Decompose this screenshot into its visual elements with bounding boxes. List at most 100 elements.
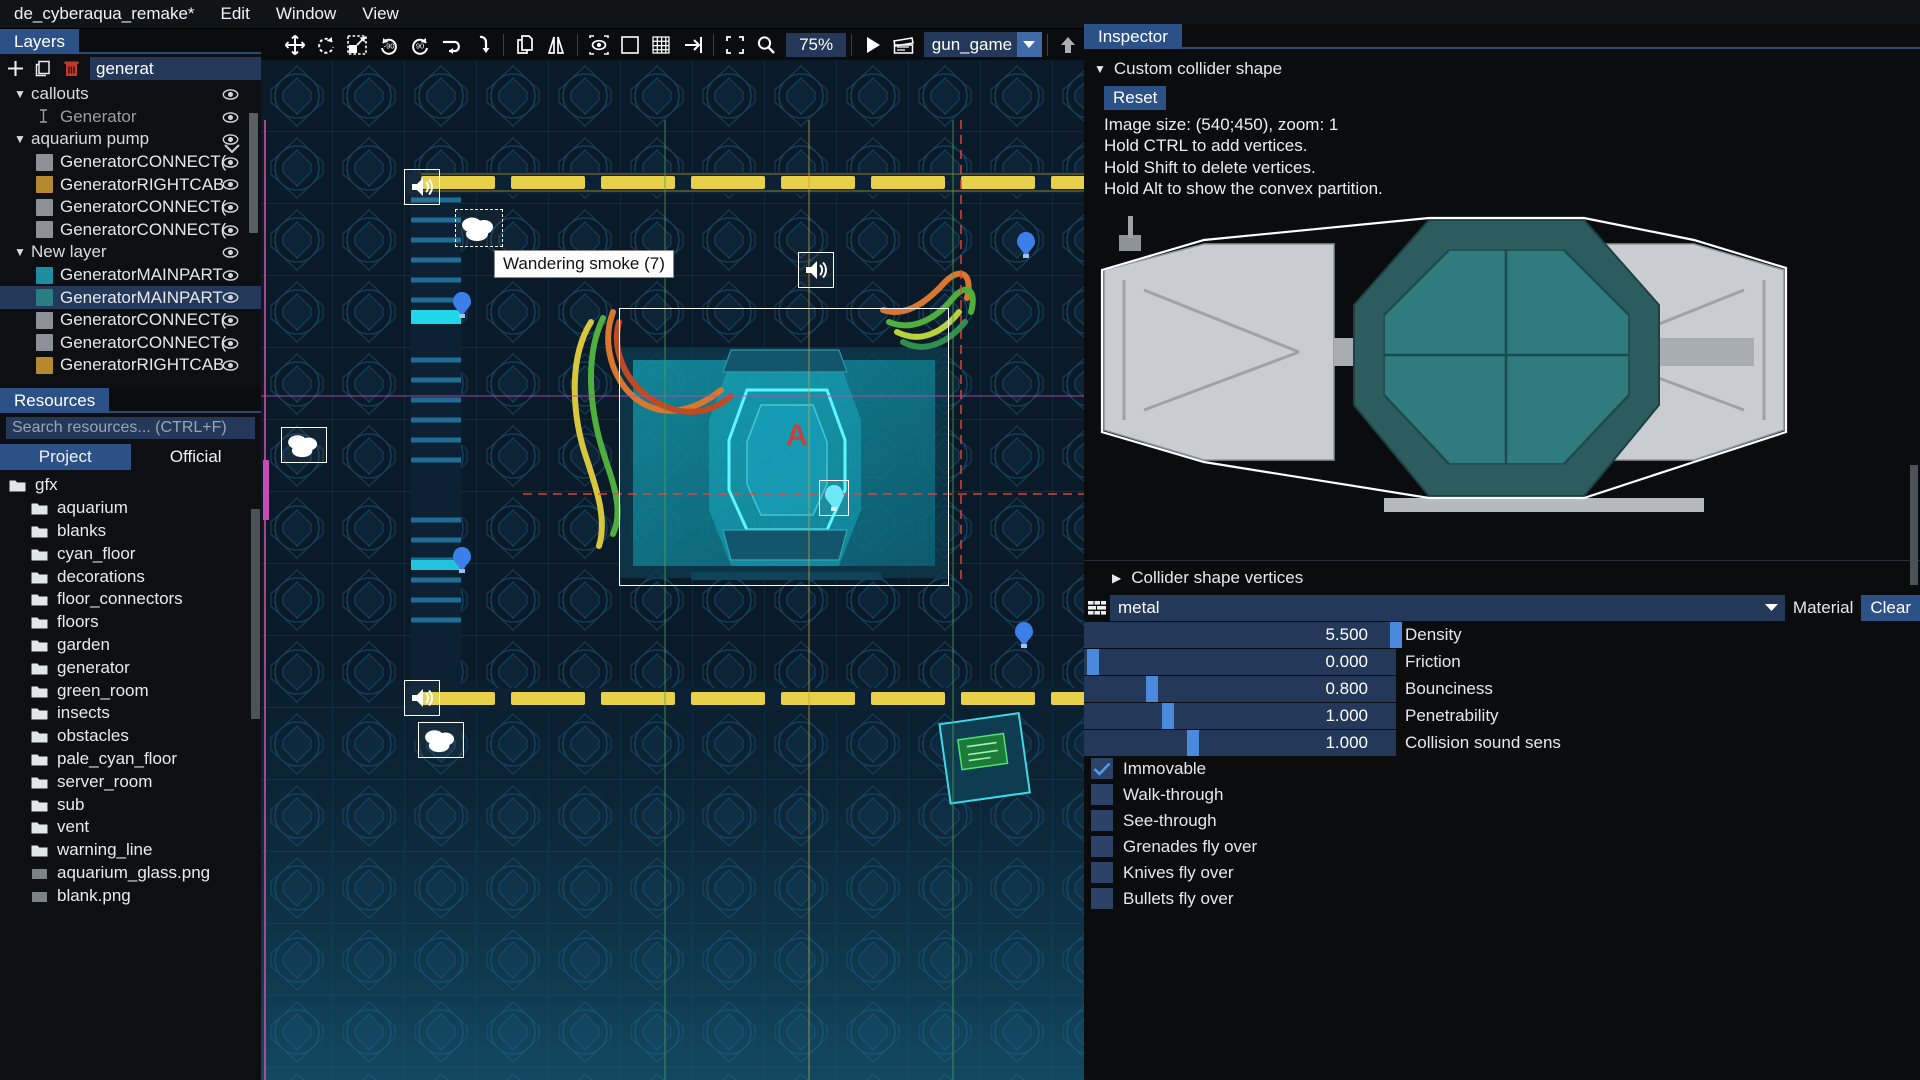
trash-icon[interactable] bbox=[62, 58, 81, 80]
tab-resources[interactable]: Resources bbox=[0, 388, 109, 413]
object-wandering-smoke[interactable] bbox=[455, 209, 503, 247]
resource-folder-row[interactable]: server_room bbox=[0, 770, 261, 793]
physics-slider-row[interactable]: 0.800Bounciness bbox=[1084, 676, 1920, 702]
resource-folder-row[interactable]: warning_line bbox=[0, 839, 261, 862]
eye-icon[interactable] bbox=[222, 244, 239, 261]
tab-project[interactable]: Project bbox=[0, 444, 131, 470]
resource-folder-row[interactable]: floor_connectors bbox=[0, 588, 261, 611]
eye-icon[interactable] bbox=[222, 199, 239, 216]
object-wandering-smoke[interactable] bbox=[281, 427, 327, 463]
menu-item-edit[interactable]: Edit bbox=[221, 4, 250, 24]
plus-icon[interactable] bbox=[6, 58, 25, 80]
physics-slider-row[interactable]: 5.500Density bbox=[1084, 622, 1920, 648]
upload-icon[interactable] bbox=[1053, 29, 1084, 60]
resource-folder-row[interactable]: generator bbox=[0, 656, 261, 679]
eye-icon[interactable] bbox=[222, 312, 239, 329]
inspector-scrollbar[interactable] bbox=[1910, 465, 1918, 585]
resource-folder-row[interactable]: insects bbox=[0, 702, 261, 725]
magnifier-icon[interactable] bbox=[751, 29, 782, 60]
slider-handle[interactable] bbox=[1187, 730, 1199, 756]
chevron-down-icon[interactable]: ▼ bbox=[14, 245, 31, 259]
object-lamp[interactable] bbox=[1015, 230, 1037, 265]
eye-icon[interactable] bbox=[222, 357, 239, 374]
expand-icon[interactable] bbox=[719, 29, 750, 60]
checkbox[interactable] bbox=[1091, 862, 1113, 883]
layer-row[interactable]: GeneratorCONNECT( bbox=[0, 332, 261, 355]
resource-folder-row[interactable]: pale_cyan_floor bbox=[0, 748, 261, 771]
flag-row[interactable]: See-through bbox=[1084, 808, 1920, 834]
layer-row[interactable]: GeneratorCONNECT( bbox=[0, 219, 261, 242]
level-canvas[interactable]: A bbox=[261, 60, 1084, 1080]
object-light[interactable] bbox=[819, 480, 849, 516]
menu-item-view[interactable]: View bbox=[362, 4, 399, 24]
layer-row[interactable]: ▼aquarium pump bbox=[0, 128, 261, 151]
object-sound-emitter[interactable] bbox=[404, 169, 440, 205]
menu-document-title[interactable]: de_cyberaqua_remake* bbox=[14, 4, 195, 24]
move-icon[interactable] bbox=[279, 29, 310, 60]
object-lamp[interactable] bbox=[1013, 620, 1035, 655]
chevron-down-icon[interactable]: ▼ bbox=[14, 132, 31, 146]
material-clear-button[interactable]: Clear bbox=[1861, 595, 1920, 621]
mirror-icon[interactable] bbox=[541, 29, 572, 60]
collider-preview[interactable] bbox=[1084, 210, 1920, 560]
arrow-right-icon[interactable] bbox=[677, 29, 708, 60]
rotate-ccw-icon[interactable] bbox=[310, 29, 341, 60]
chevron-down-icon[interactable]: ▼ bbox=[14, 87, 31, 101]
slider-track[interactable]: 1.000 bbox=[1084, 703, 1396, 729]
flag-row[interactable]: Immovable bbox=[1084, 756, 1920, 782]
resource-folder-row[interactable]: cyan_floor bbox=[0, 542, 261, 565]
resources-tree[interactable]: gfxaquariumblankscyan_floordecorationsfl… bbox=[0, 470, 261, 1080]
slider-track[interactable]: 1.000 bbox=[1084, 730, 1396, 756]
layer-row[interactable]: GeneratorCONNECT( bbox=[0, 196, 261, 219]
flag-row[interactable]: Walk-through bbox=[1084, 782, 1920, 808]
layer-row[interactable]: GeneratorMAINPART bbox=[0, 286, 261, 309]
resources-scrollbar[interactable] bbox=[251, 509, 260, 719]
checkbox[interactable] bbox=[1091, 784, 1113, 805]
eye-icon[interactable] bbox=[222, 335, 239, 352]
flip-horizontal-icon[interactable] bbox=[436, 29, 467, 60]
rotate-minus-90-icon[interactable]: -90 bbox=[373, 29, 404, 60]
eye-icon[interactable] bbox=[222, 109, 239, 126]
duplicate-icon[interactable] bbox=[34, 58, 53, 80]
slider-handle[interactable] bbox=[1162, 703, 1174, 729]
flip-vertical-icon[interactable] bbox=[467, 29, 498, 60]
eye-frame-icon[interactable] bbox=[583, 29, 614, 60]
layer-row[interactable]: ▼callouts bbox=[0, 83, 261, 106]
slider-track[interactable]: 0.000 bbox=[1084, 649, 1396, 675]
resource-folder-row[interactable]: blanks bbox=[0, 520, 261, 543]
play-icon[interactable] bbox=[857, 29, 888, 60]
tab-layers[interactable]: Layers bbox=[0, 29, 79, 54]
menu-item-window[interactable]: Window bbox=[276, 4, 336, 24]
search-input[interactable] bbox=[6, 417, 255, 439]
checkbox[interactable] bbox=[1091, 758, 1113, 779]
resource-folder-row[interactable]: floors bbox=[0, 611, 261, 634]
resource-folder-row[interactable]: obstacles bbox=[0, 725, 261, 748]
layer-row[interactable]: GeneratorMAINPART bbox=[0, 264, 261, 287]
game-mode-select[interactable]: gun_game bbox=[924, 32, 1042, 57]
resource-file-row[interactable]: aquarium_glass.png bbox=[0, 862, 261, 885]
physics-slider-row[interactable]: 1.000Collision sound sens bbox=[1084, 730, 1920, 756]
eye-icon[interactable] bbox=[222, 267, 239, 284]
layer-row[interactable]: GeneratorRIGHTCAB bbox=[0, 354, 261, 377]
layer-row[interactable]: ▼New layer bbox=[0, 241, 261, 264]
material-dropdown-icon[interactable] bbox=[1759, 595, 1785, 621]
selection-bounds[interactable] bbox=[619, 308, 949, 586]
eye-icon[interactable] bbox=[222, 154, 239, 171]
object-wandering-smoke[interactable] bbox=[418, 722, 464, 758]
copy-icon[interactable] bbox=[509, 29, 540, 60]
slider-track[interactable]: 5.500 bbox=[1084, 622, 1396, 648]
eye-icon[interactable] bbox=[222, 176, 239, 193]
rotate-plus-90-icon[interactable]: 90 bbox=[404, 29, 435, 60]
eye-icon[interactable] bbox=[222, 86, 239, 103]
layer-row[interactable]: GeneratorRIGHTCAB bbox=[0, 173, 261, 196]
tab-official[interactable]: Official bbox=[131, 444, 262, 470]
collider-section-header[interactable]: ▼ Custom collider shape bbox=[1084, 55, 1920, 83]
flag-row[interactable]: Bullets fly over bbox=[1084, 886, 1920, 912]
collider-vertices-header[interactable]: ▶ Collider shape vertices bbox=[1084, 560, 1920, 595]
resource-folder-row[interactable]: green_room bbox=[0, 679, 261, 702]
resource-folder-row[interactable]: vent bbox=[0, 816, 261, 839]
zoom-level-field[interactable]: 75% bbox=[786, 33, 846, 57]
layers-scrollbar[interactable] bbox=[249, 113, 258, 233]
checkbox[interactable] bbox=[1091, 888, 1113, 909]
scale-icon[interactable] bbox=[342, 29, 373, 60]
